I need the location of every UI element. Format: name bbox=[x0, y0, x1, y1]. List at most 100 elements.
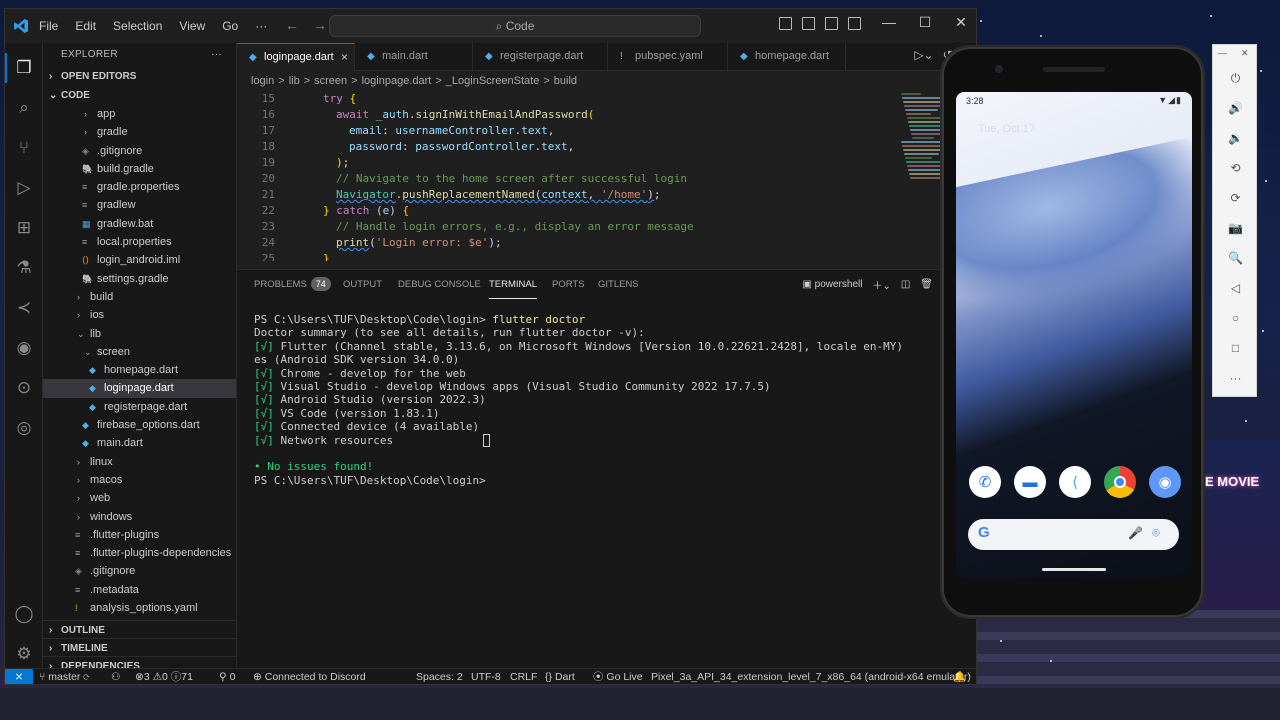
panel-tab-gitlens[interactable]: GITLENS bbox=[598, 270, 639, 300]
discord-indicator[interactable]: ⊕ Connected to Discord bbox=[253, 669, 366, 684]
tree-item[interactable]: 🐘 settings.gradle bbox=[43, 270, 236, 288]
gitlens-icon[interactable]: ◉ bbox=[13, 337, 35, 359]
breadcrumb-item[interactable]: screen bbox=[314, 75, 347, 87]
gear-icon[interactable]: ⚙ bbox=[13, 643, 35, 665]
tab-registerpage-dart[interactable]: ◆ registerpage.dart bbox=[473, 43, 608, 71]
tree-item[interactable]: ◆ homepage.dart bbox=[43, 361, 236, 379]
mic-icon[interactable]: 🎤 bbox=[1128, 526, 1143, 540]
explorer-more-button[interactable]: ··· bbox=[211, 43, 222, 67]
run-debug-icon[interactable]: ▷ bbox=[13, 177, 35, 199]
breadcrumb-item[interactable]: build bbox=[554, 75, 577, 87]
panel-tab-ports[interactable]: PORTS bbox=[552, 270, 585, 300]
power-icon[interactable]: ⏻ bbox=[1213, 71, 1258, 86]
menu-item[interactable]: Go bbox=[222, 19, 238, 33]
encoding-indicator[interactable]: UTF-8 bbox=[471, 669, 501, 684]
toggle-sidebar-icon[interactable] bbox=[779, 17, 792, 30]
tree-item[interactable]: › web bbox=[43, 489, 236, 507]
close-icon[interactable]: ✕ bbox=[943, 14, 976, 31]
tree-item[interactable]: › gradle bbox=[43, 123, 236, 141]
tree-item[interactable]: ⌄ screen bbox=[43, 343, 236, 361]
panel-tab-terminal[interactable]: TERMINAL bbox=[489, 270, 538, 299]
language-indicator[interactable]: {} Dart bbox=[545, 669, 575, 684]
tab-main-dart[interactable]: ◆ main.dart bbox=[355, 43, 473, 71]
menu-item[interactable]: View bbox=[179, 19, 205, 33]
google-search-bar[interactable]: G 🎤 ⌾ bbox=[968, 519, 1179, 550]
panel-tab-problems[interactable]: PROBLEMS 74 bbox=[254, 270, 331, 300]
screenshot-icon[interactable]: 📷 bbox=[1213, 221, 1258, 235]
code-line[interactable]: 16 await _auth.signInWithEmailAndPassword… bbox=[237, 107, 897, 123]
minimize-icon[interactable]: — bbox=[1218, 48, 1227, 58]
remote-indicator[interactable]: ⨯ bbox=[5, 669, 33, 684]
terminal-output[interactable]: PS C:\Users\TUF\Desktop\Code\login> flut… bbox=[254, 313, 903, 487]
explorer-icon[interactable]: ❐ bbox=[5, 53, 35, 83]
phone-screen[interactable]: 3:28 ▼◢▮ Tue, Oct 17 ✆ ▬ ⟨ ◉ G 🎤 ⌾ bbox=[956, 92, 1192, 578]
tree-item[interactable]: ≡ .flutter-plugins bbox=[43, 526, 236, 544]
tree-item[interactable]: ≡ gradlew bbox=[43, 196, 236, 214]
split-terminal-icon[interactable]: ◫ bbox=[901, 279, 910, 290]
tree-item[interactable]: ⌄ lib bbox=[43, 325, 236, 343]
code-line[interactable]: 17 email: usernameController.text, bbox=[237, 123, 897, 139]
remote-explorer-icon[interactable]: ⊙ bbox=[13, 377, 35, 399]
problems-indicator[interactable]: ⊗3 ⚠0 ⓘ71 bbox=[135, 669, 193, 684]
lens-icon[interactable]: ⌾ bbox=[1152, 525, 1160, 541]
tree-item[interactable]: ≡ local.properties bbox=[43, 233, 236, 251]
code-editor[interactable]: 15 try {16 await _auth.signInWithEmailAndP… bbox=[237, 91, 897, 261]
outline-section[interactable]: › OUTLINE bbox=[43, 620, 237, 639]
timeline-section[interactable]: › TIMELINE bbox=[43, 638, 237, 657]
tree-item[interactable]: › app bbox=[43, 105, 236, 123]
code-line[interactable]: 19); bbox=[237, 155, 897, 171]
branch-indicator[interactable]: ⑂ master ⟳ bbox=[39, 669, 90, 684]
tree-item[interactable]: ⟨⟩ login_android.iml bbox=[43, 251, 236, 269]
indentation-indicator[interactable]: Spaces: 2 bbox=[416, 669, 463, 684]
menu-item[interactable]: ··· bbox=[255, 19, 267, 33]
toggle-secondary-sidebar-icon[interactable] bbox=[825, 17, 838, 30]
kill-terminal-icon[interactable]: 🗑 bbox=[920, 279, 933, 290]
open-editors-section[interactable]: › OPEN EDITORS bbox=[43, 67, 236, 86]
search-icon[interactable]: ⌕ bbox=[13, 97, 35, 119]
tree-item[interactable]: ≡ .flutter-plugins-dependencies bbox=[43, 544, 236, 562]
source-control-icon[interactable]: ⑂ bbox=[13, 137, 35, 159]
extensions-icon[interactable]: ⊞ bbox=[13, 217, 35, 239]
messages-app-icon[interactable]: ▬ bbox=[1014, 466, 1046, 498]
run-icon[interactable]: ▷⌄ bbox=[914, 48, 933, 62]
tree-item[interactable]: › linux bbox=[43, 453, 236, 471]
code-line[interactable]: 25} bbox=[237, 251, 897, 261]
command-center[interactable]: ⌕ Code bbox=[329, 15, 701, 37]
tab-pubspec-yaml[interactable]: ! pubspec.yaml bbox=[608, 43, 728, 71]
maximize-icon[interactable]: ☐ bbox=[907, 14, 943, 31]
golive-indicator[interactable]: ⦿ Go Live bbox=[593, 669, 643, 684]
terminal-shell-selector[interactable]: ▣ powershell bbox=[802, 279, 862, 290]
tree-item[interactable]: › macos bbox=[43, 471, 236, 489]
home-icon[interactable]: ○ bbox=[1213, 311, 1258, 325]
back-icon[interactable]: ◁ bbox=[1213, 281, 1258, 295]
tree-item[interactable]: ▦ gradlew.bat bbox=[43, 215, 236, 233]
flutter-icon[interactable]: ≺ bbox=[13, 297, 35, 319]
chrome-app-icon[interactable] bbox=[1104, 466, 1136, 498]
bell-icon[interactable]: 🔔 bbox=[953, 669, 966, 684]
tree-item[interactable]: ◆ firebase_options.dart bbox=[43, 416, 236, 434]
phone-app-icon[interactable]: ✆ bbox=[969, 466, 1001, 498]
toggle-panel-icon[interactable] bbox=[802, 17, 815, 30]
code-line[interactable]: 23 // Handle login errors, e.g., display … bbox=[237, 219, 897, 235]
tree-item[interactable]: › ios bbox=[43, 306, 236, 324]
tab-loginpage-dart[interactable]: ◆ loginpage.dart × bbox=[237, 43, 355, 71]
device-indicator[interactable]: Pixel_3a_API_34_extension_level_7_x86_64… bbox=[651, 669, 971, 684]
tab-homepage-dart[interactable]: ◆ homepage.dart bbox=[728, 43, 846, 71]
edge-devtools-icon[interactable]: ◎ bbox=[13, 417, 35, 439]
tree-item[interactable]: ≡ .metadata bbox=[43, 581, 236, 599]
code-line[interactable]: 15 try { bbox=[237, 91, 897, 107]
menu-item[interactable]: File bbox=[39, 19, 58, 33]
tree-item[interactable]: › build bbox=[43, 288, 236, 306]
code-line[interactable]: 24 print('Login error: $e'); bbox=[237, 235, 897, 251]
eol-indicator[interactable]: CRLF bbox=[510, 669, 537, 684]
minimize-icon[interactable]: — bbox=[871, 14, 907, 31]
tree-item[interactable]: ◈ .gitignore bbox=[43, 562, 236, 580]
tree-item[interactable]: ◈ .gitignore bbox=[43, 142, 236, 160]
tree-item[interactable]: › windows bbox=[43, 508, 236, 526]
code-line[interactable]: 20 // Navigate to the home screen after s… bbox=[237, 171, 897, 187]
code-line[interactable]: 21 Navigator.pushReplacementNamed(context… bbox=[237, 187, 897, 203]
phone-date[interactable]: Tue, Oct 17 bbox=[978, 123, 1035, 135]
ports-indicator[interactable]: ⚲ 0 bbox=[219, 669, 235, 684]
more-icon[interactable]: ··· bbox=[1213, 371, 1258, 385]
close-icon[interactable]: ✕ bbox=[1241, 48, 1249, 59]
